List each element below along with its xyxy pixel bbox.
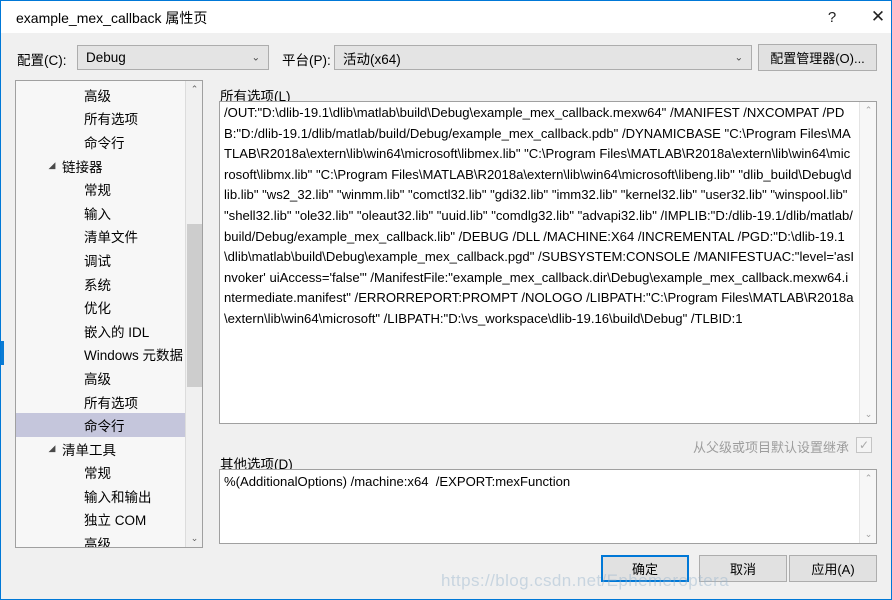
tree-item-label: 所有选项 [84, 395, 138, 411]
tree-item-label: 输入和输出 [84, 489, 152, 505]
page-title: example_mex_callback 属性页 [16, 10, 208, 26]
property-pages-dialog: example_mex_callback 属性页 ? ✕ 配置(C): Debu… [0, 0, 892, 600]
tree-item[interactable]: 高级 [16, 366, 186, 390]
scrollbar-thumb[interactable] [187, 224, 202, 387]
configuration-value: Debug [86, 50, 126, 65]
tree-item-label: 嵌入的 IDL [84, 324, 150, 340]
tree-item[interactable]: Windows 元数据 [16, 343, 186, 367]
tree-item[interactable]: 清单文件 [16, 225, 186, 249]
apply-button[interactable]: 应用(A) [789, 555, 877, 582]
tree-item-label: 命令行 [84, 419, 125, 435]
tree-item-label: 独立 COM [84, 513, 147, 529]
inherit-checkbox[interactable]: ✓ [856, 437, 872, 453]
tree-item-label: 清单文件 [84, 230, 138, 246]
tree-item-label: 系统 [84, 277, 111, 293]
scroll-up-icon[interactable]: ⌃ [860, 102, 876, 119]
other-options-textarea[interactable]: %(AdditionalOptions) /machine:x64 /EXPOR… [219, 469, 877, 544]
scroll-down-icon[interactable]: ⌄ [860, 526, 876, 543]
configuration-manager-button[interactable]: 配置管理器(O)... [758, 44, 877, 71]
window-accent-edge [1, 341, 4, 365]
tree-item[interactable]: ◢ 清单工具 [16, 437, 186, 461]
tree-item[interactable]: 系统 [16, 272, 186, 296]
tree-item[interactable]: 独立 COM [16, 508, 186, 532]
tree-item[interactable]: 输入和输出 [16, 484, 186, 508]
tree-item-label: Windows 元数据 [84, 348, 184, 364]
cancel-button[interactable]: 取消 [699, 555, 787, 582]
tree-item-label: 高级 [84, 537, 111, 548]
tree-item-label: 优化 [84, 301, 111, 317]
scroll-down-icon[interactable]: ⌄ [860, 406, 876, 423]
tree-item[interactable]: 调试 [16, 248, 186, 272]
tree-item[interactable]: 优化 [16, 295, 186, 319]
tree-item[interactable]: 所有选项 [16, 107, 186, 131]
inherit-label: 从父级或项目默认设置继承 [692, 440, 849, 455]
other-options-scrollbar[interactable]: ⌃ ⌄ [859, 470, 876, 543]
tree-item-label: 调试 [84, 253, 111, 269]
all-options-textarea[interactable]: /OUT:"D:\dlib-19.1\dlib\matlab\build\Deb… [219, 101, 877, 424]
expanded-arrow-icon[interactable]: ◢ [46, 443, 58, 454]
platform-dropdown[interactable]: 活动(x64) ⌄ [334, 45, 752, 70]
tree-item-label: 输入 [84, 206, 111, 222]
tree-item-label: 高级 [84, 88, 111, 104]
configuration-dropdown[interactable]: Debug ⌄ [77, 45, 269, 70]
tree-item[interactable]: 所有选项 [16, 390, 186, 414]
scroll-up-icon[interactable]: ⌃ [186, 81, 202, 98]
tree-item-label: 所有选项 [84, 112, 138, 128]
tree-item[interactable]: 高级 [16, 531, 186, 548]
close-icon[interactable]: ✕ [855, 1, 891, 33]
tree-item[interactable]: 常规 [16, 461, 186, 485]
tree-item-label: 链接器 [62, 159, 103, 175]
all-options-scrollbar[interactable]: ⌃ ⌄ [859, 102, 876, 423]
settings-tree[interactable]: 高级 所有选项 命令行 ◢ 链接器 常规 输入 清单文件 调试 系统 优化 嵌入的 IDL Window… [15, 80, 203, 548]
chevron-down-icon: ⌄ [251, 52, 260, 63]
tree-item[interactable]: 嵌入的 IDL [16, 319, 186, 343]
tree-item[interactable]: 输入 [16, 201, 186, 225]
tree-item-label: 命令行 [84, 135, 125, 151]
all-options-value: /OUT:"D:\dlib-19.1\dlib\matlab\build\Deb… [224, 105, 855, 326]
tree-item-label: 常规 [84, 466, 111, 482]
tree-item[interactable]: 命令行 [16, 413, 186, 437]
tree-scrollbar[interactable]: ⌃ ⌄ [185, 81, 202, 547]
scroll-up-icon[interactable]: ⌃ [860, 470, 876, 487]
other-options-value: %(AdditionalOptions) /machine:x64 /EXPOR… [224, 474, 571, 489]
title-bar: example_mex_callback 属性页 ? ✕ [1, 1, 891, 33]
tree-item[interactable]: 高级 [16, 83, 186, 107]
chevron-down-icon: ⌄ [734, 52, 743, 63]
tree-item[interactable]: ◢ 链接器 [16, 154, 186, 178]
configuration-label: 配置(C): [17, 53, 67, 68]
ok-button[interactable]: 确定 [601, 555, 689, 582]
help-icon[interactable]: ? [809, 1, 855, 33]
expanded-arrow-icon[interactable]: ◢ [46, 160, 58, 171]
scroll-down-icon[interactable]: ⌄ [186, 530, 202, 547]
tree-item[interactable]: 命令行 [16, 130, 186, 154]
tree-item-label: 清单工具 [62, 442, 116, 458]
tree-item-list: 高级 所有选项 命令行 ◢ 链接器 常规 输入 清单文件 调试 系统 优化 嵌入的 IDL Window… [16, 83, 186, 548]
platform-label: 平台(P): [282, 53, 331, 68]
platform-value: 活动(x64) [343, 51, 401, 67]
tree-item-label: 高级 [84, 371, 111, 387]
tree-item[interactable]: 常规 [16, 177, 186, 201]
tree-item-label: 常规 [84, 183, 111, 199]
